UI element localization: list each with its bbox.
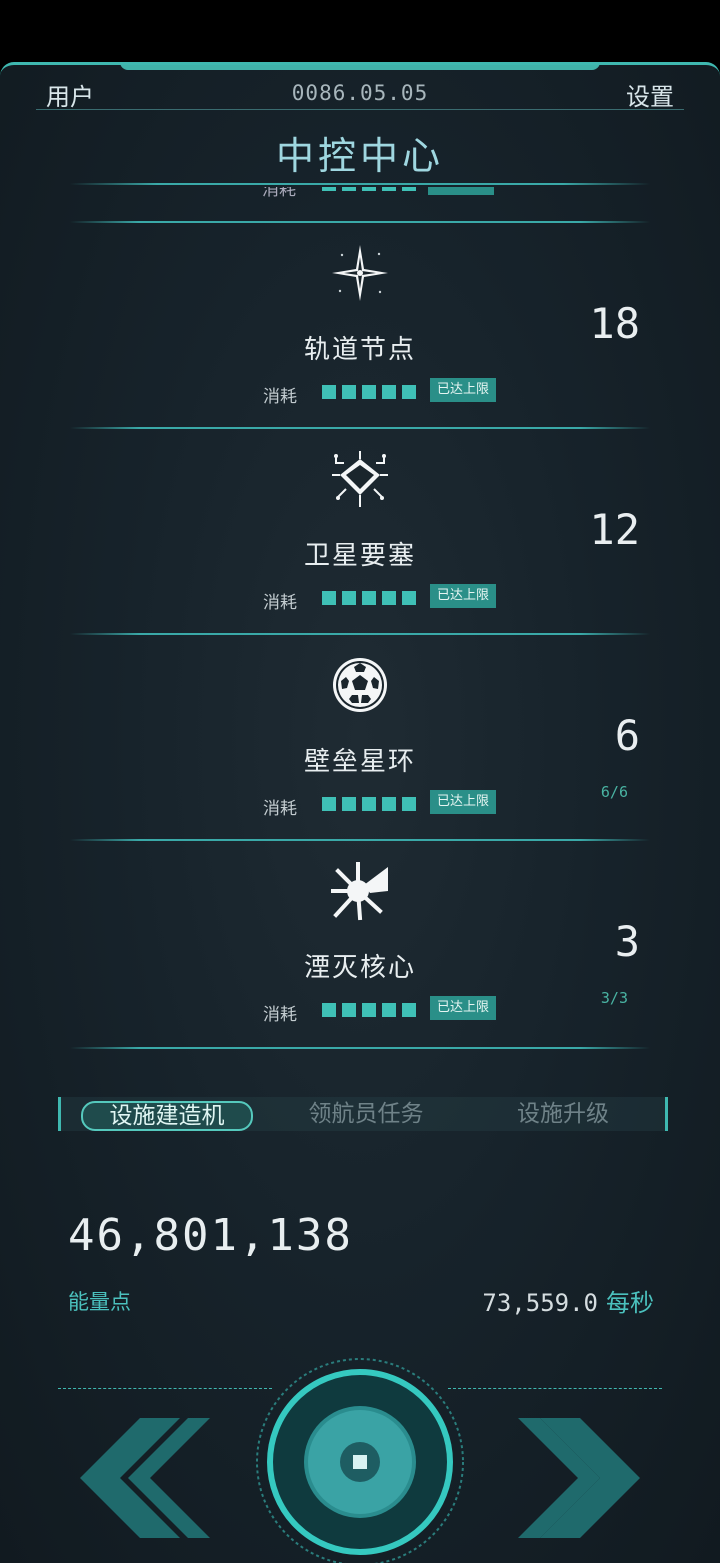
facility-count: 3 bbox=[614, 917, 640, 966]
divider bbox=[448, 1388, 662, 1389]
divider bbox=[70, 633, 650, 635]
max-reached-badge: 已达上限 bbox=[430, 378, 496, 402]
facility-row-bastion-ring[interactable]: 壁垒星环 消耗 已达上限 6 6/6 bbox=[0, 633, 720, 839]
divider bbox=[70, 183, 650, 185]
energy-rate: 73,559.0 每秒 bbox=[482, 1283, 654, 1318]
double-chevron-right-icon bbox=[518, 1418, 640, 1538]
top-bar: 用户 0086.05.05 设置 bbox=[0, 65, 720, 111]
tab-facility-upgrade[interactable]: 设施升级 bbox=[509, 1097, 617, 1131]
cost-label: 消耗 bbox=[263, 799, 297, 819]
facility-count: 18 bbox=[589, 299, 640, 348]
cost-label: 消耗 bbox=[262, 187, 296, 197]
settings-button[interactable]: 设置 bbox=[626, 77, 674, 112]
divider bbox=[70, 1047, 650, 1049]
energy-label: 能量点 bbox=[68, 1290, 131, 1314]
tab-bar: 设施建造机 领航员任务 设施升级 bbox=[58, 1097, 668, 1131]
game-date: 0086.05.05 bbox=[291, 81, 429, 105]
facility-count: 12 bbox=[589, 505, 640, 554]
compass-star-icon bbox=[330, 243, 390, 303]
divider bbox=[70, 221, 650, 223]
cost-label: 消耗 bbox=[263, 593, 297, 613]
energy-total: 46,801,138 bbox=[68, 1210, 353, 1261]
energy-rate-unit: 每秒 bbox=[606, 1289, 654, 1317]
facility-list[interactable]: 消耗 轨道节点 消耗 已达上限 18 卫星要塞 消耗 已达上限 12 壁垒星环 … bbox=[0, 187, 720, 1053]
page-title: 中控中心 bbox=[275, 134, 444, 178]
cost-label: 消耗 bbox=[263, 387, 297, 407]
double-chevron-left-icon bbox=[80, 1418, 210, 1538]
facility-limit: 6/6 bbox=[600, 783, 628, 801]
prev-button[interactable] bbox=[68, 1413, 218, 1543]
facility-row-annihilation-core[interactable]: 湮灭核心 消耗 已达上限 3 3/3 bbox=[0, 839, 720, 1045]
geodesic-sphere-icon bbox=[330, 655, 390, 715]
divider bbox=[70, 427, 650, 429]
cost-pips bbox=[322, 796, 422, 811]
game-frame: 用户 0086.05.05 设置 中控中心 消耗 轨道节点 消耗 已达上限 18… bbox=[0, 62, 720, 1563]
max-reached-badge: 已达上限 bbox=[430, 584, 496, 608]
facility-row-satellite-fortress[interactable]: 卫星要塞 消耗 已达上限 12 bbox=[0, 427, 720, 633]
tab-facility-builder[interactable]: 设施建造机 bbox=[81, 1101, 253, 1131]
facility-limit: 3/3 bbox=[600, 989, 628, 1007]
list-item-peek: 消耗 bbox=[262, 187, 502, 197]
core-action-button[interactable] bbox=[255, 1357, 465, 1563]
facility-name: 湮灭核心 bbox=[303, 953, 416, 983]
divider bbox=[58, 1388, 272, 1389]
cost-label: 消耗 bbox=[263, 1005, 297, 1025]
max-reached-badge: 已达上限 bbox=[430, 790, 496, 814]
core-button-icon bbox=[256, 1358, 464, 1563]
facility-count: 6 bbox=[614, 711, 640, 760]
next-button[interactable] bbox=[502, 1413, 652, 1543]
divider bbox=[70, 839, 650, 841]
cost-pips bbox=[322, 384, 422, 399]
cost-pips bbox=[322, 1002, 422, 1017]
max-reached-badge: 已达上限 bbox=[430, 996, 496, 1020]
satellite-fortress-icon bbox=[330, 449, 390, 509]
facility-row-orbital-node[interactable]: 轨道节点 消耗 已达上限 18 bbox=[0, 221, 720, 427]
cost-pips bbox=[322, 590, 422, 605]
divider bbox=[36, 109, 684, 110]
facility-name: 壁垒星环 bbox=[303, 747, 416, 777]
starburst-core-icon bbox=[330, 861, 390, 921]
tab-navigator-missions[interactable]: 领航员任务 bbox=[296, 1097, 436, 1131]
energy-rate-value: 73,559.0 bbox=[482, 1289, 598, 1317]
